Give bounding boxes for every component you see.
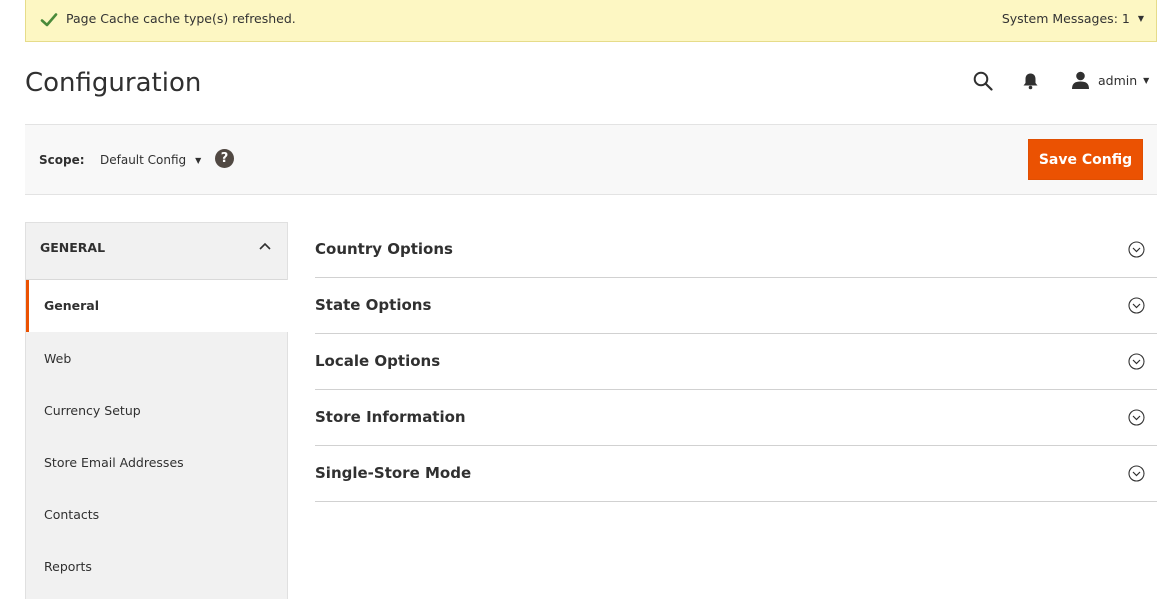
scope-switcher[interactable]: Default Config ▼ bbox=[100, 153, 201, 167]
user-menu[interactable]: admin ▼ bbox=[1071, 71, 1149, 89]
caret-down-icon: ▼ bbox=[1137, 14, 1144, 23]
system-messages-label: System Messages: 1 bbox=[1001, 11, 1130, 26]
sidebar-item-label: General bbox=[44, 298, 99, 313]
chevron-down-circle-icon bbox=[1128, 297, 1145, 314]
help-icon[interactable]: ? bbox=[215, 149, 234, 168]
check-icon bbox=[40, 13, 58, 27]
section-title: State Options bbox=[315, 296, 432, 314]
section-title: Country Options bbox=[315, 240, 453, 258]
sidebar-item-label: Store Email Addresses bbox=[44, 455, 184, 470]
search-icon[interactable] bbox=[973, 71, 993, 91]
config-sidebar: GENERAL General Web Currency Setup Store… bbox=[25, 222, 288, 599]
bell-icon[interactable] bbox=[1022, 72, 1039, 90]
message-text: Page Cache cache type(s) refreshed. bbox=[66, 11, 296, 26]
system-message-bar: Page Cache cache type(s) refreshed. Syst… bbox=[25, 0, 1157, 42]
sidebar-item-label: Currency Setup bbox=[44, 403, 141, 418]
chevron-up-icon bbox=[259, 242, 271, 250]
chevron-down-circle-icon bbox=[1128, 409, 1145, 426]
section-state-options[interactable]: State Options bbox=[315, 278, 1157, 334]
scope-label: Scope: bbox=[39, 153, 85, 167]
page-title: Configuration bbox=[25, 68, 202, 98]
sidebar-item-label: Reports bbox=[44, 559, 92, 574]
save-config-button[interactable]: Save Config bbox=[1028, 139, 1143, 180]
section-title: Locale Options bbox=[315, 352, 441, 370]
sidebar-item-label: Contacts bbox=[44, 507, 100, 522]
scope-value: Default Config bbox=[100, 153, 187, 167]
chevron-down-circle-icon bbox=[1128, 353, 1145, 370]
system-messages-toggle[interactable]: System Messages: 1 ▼ bbox=[1002, 11, 1144, 26]
section-single-store-mode[interactable]: Single-Store Mode bbox=[315, 446, 1157, 502]
sidebar-item-contacts[interactable]: Contacts bbox=[26, 489, 288, 541]
user-name: admin bbox=[1098, 72, 1138, 88]
section-country-options[interactable]: Country Options bbox=[315, 222, 1157, 278]
sidebar-item-label: Web bbox=[44, 351, 72, 366]
section-locale-options[interactable]: Locale Options bbox=[315, 334, 1157, 390]
sidebar-group-label: GENERAL bbox=[40, 240, 106, 255]
section-title: Store Information bbox=[315, 408, 466, 426]
sidebar-item-web[interactable]: Web bbox=[26, 333, 288, 385]
sidebar-item-currency-setup[interactable]: Currency Setup bbox=[26, 385, 288, 437]
sidebar-item-reports[interactable]: Reports bbox=[26, 541, 288, 593]
section-store-information[interactable]: Store Information bbox=[315, 390, 1157, 446]
sidebar-item-general[interactable]: General bbox=[26, 280, 288, 332]
sidebar-group-general[interactable]: GENERAL bbox=[26, 223, 287, 280]
section-title: Single-Store Mode bbox=[315, 464, 472, 482]
chevron-down-circle-icon bbox=[1128, 465, 1145, 482]
chevron-down-circle-icon bbox=[1128, 241, 1145, 258]
sidebar-item-store-email-addresses[interactable]: Store Email Addresses bbox=[26, 437, 288, 489]
user-icon bbox=[1072, 71, 1089, 89]
scope-bar: Scope: Default Config ▼ ? Save Config bbox=[25, 124, 1157, 195]
caret-down-icon: ▼ bbox=[195, 155, 202, 165]
caret-down-icon: ▼ bbox=[1143, 75, 1150, 85]
